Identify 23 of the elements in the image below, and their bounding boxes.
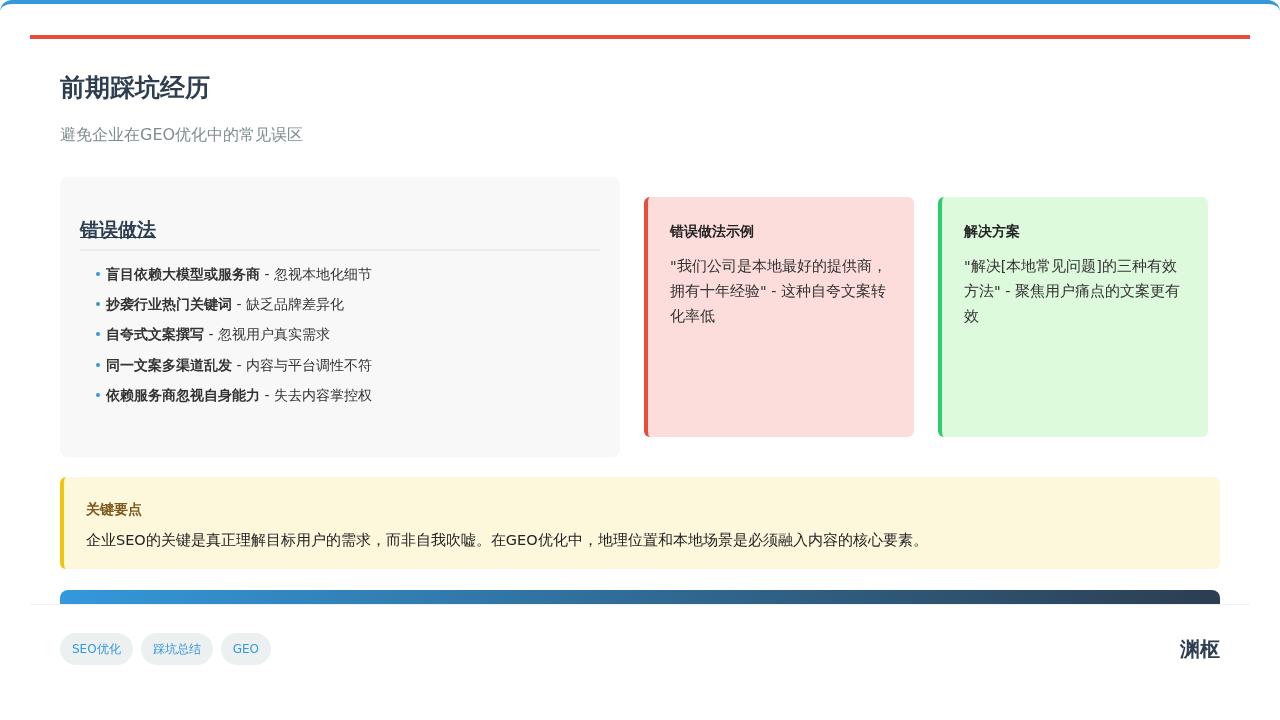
panel-heading: 错误做法	[80, 216, 156, 242]
bullet-icon	[96, 272, 100, 277]
callout-title: 关键要点	[86, 499, 143, 519]
card-text: "我们公司是本地最好的提供商，拥有十年经验" - 这种自夸文案转化率低	[670, 256, 888, 327]
tag[interactable]: 踩坑总结	[140, 632, 213, 665]
tag[interactable]: SEO优化	[60, 632, 133, 665]
list-item: 依赖服务商忽视自身能力 - 失去内容掌控权	[106, 385, 372, 404]
bullet-icon	[96, 362, 100, 367]
page-subtitle: 避免企业在GEO优化中的常见误区	[60, 123, 305, 146]
bullet-icon	[96, 332, 100, 337]
callout-text: 企业SEO的关键是真正理解目标用户的需求，而非自我吹嘘。在GEO优化中，地理位置和本地场景是必须融入内容的核心要素。	[86, 530, 929, 550]
brand-logo: 渊枢	[1180, 635, 1220, 663]
list-item: 盲目依赖大模型或服务商 - 忽视本地化细节	[106, 265, 372, 284]
card-title: 错误做法示例	[670, 221, 755, 241]
bullet-icon	[96, 392, 100, 397]
list-item: 抄袭行业热门关键词 - 缺乏品牌差异化	[106, 295, 344, 314]
card-text: "解决[本地常见问题]的三种有效方法" - 聚焦用户痛点的文案更有效	[964, 256, 1182, 327]
card-title: 解决方案	[964, 221, 1021, 241]
tag[interactable]: GEO	[220, 632, 271, 665]
list-item: 同一文案多渠道乱发 - 内容与平台调性不符	[106, 355, 372, 374]
list-item: 自夸式文案撰写 - 忽视用户真实需求	[106, 325, 330, 344]
page-title: 前期踩坑经历	[60, 72, 211, 104]
bullet-icon	[96, 302, 100, 307]
